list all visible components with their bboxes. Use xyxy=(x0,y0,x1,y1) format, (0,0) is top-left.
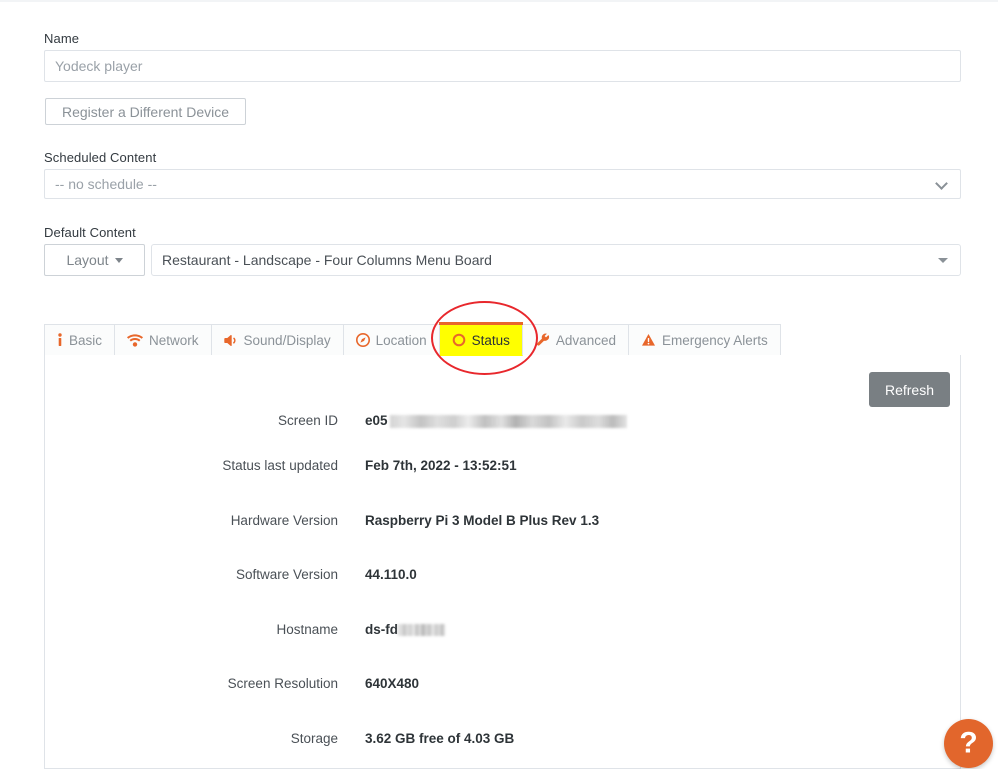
layout-type-label: Layout xyxy=(66,252,109,268)
scheduled-content-label: Scheduled Content xyxy=(44,150,157,165)
status-label: Software Version xyxy=(235,567,338,582)
tab-emergency-alerts[interactable]: Emergency Alerts xyxy=(628,324,781,356)
caret-down-icon xyxy=(114,257,123,263)
tab-network-label: Network xyxy=(149,332,199,348)
question-mark-icon: ? xyxy=(959,725,978,759)
tab-advanced-label: Advanced xyxy=(555,332,616,348)
tab-network[interactable]: Network xyxy=(115,324,212,356)
name-label: Name xyxy=(44,31,80,46)
refresh-button[interactable]: Refresh xyxy=(869,372,950,407)
status-label: Storage xyxy=(290,731,338,746)
wrench-icon xyxy=(535,333,550,347)
status-value: 44.110.0 xyxy=(365,567,417,582)
status-value-text: e05 xyxy=(365,413,388,428)
status-row-screen-id: Screen ID e05 xyxy=(45,410,962,432)
status-label: Hardware Version xyxy=(230,513,338,528)
tab-location[interactable]: Location xyxy=(343,324,440,356)
layout-type-button[interactable]: Layout xyxy=(44,244,145,276)
scheduled-content-select[interactable]: -- no schedule -- xyxy=(44,169,961,199)
tab-sound-display[interactable]: Sound/Display xyxy=(211,324,344,356)
page-top-divider xyxy=(0,0,998,2)
status-row-hostname: Hostname ds-fd xyxy=(45,619,962,641)
status-label: Screen Resolution xyxy=(227,676,338,691)
scheduled-content-value: -- no schedule -- xyxy=(55,176,157,192)
default-content-select[interactable]: Restaurant - Landscape - Four Columns Me… xyxy=(151,244,961,276)
chevron-down-icon xyxy=(934,175,952,193)
status-label: Hostname xyxy=(276,622,338,637)
tab-basic-label: Basic xyxy=(69,332,103,348)
status-label: Screen ID xyxy=(277,413,338,428)
redacted-block xyxy=(398,624,445,637)
status-label: Status last updated xyxy=(222,458,338,473)
name-input[interactable] xyxy=(44,50,961,82)
tab-sound-display-label: Sound/Display xyxy=(243,332,331,348)
device-settings-page: Name Register a Different Device Schedul… xyxy=(0,0,998,769)
status-row-screen-resolution: Screen Resolution 640X480 xyxy=(45,673,962,695)
default-content-value: Restaurant - Landscape - Four Columns Me… xyxy=(162,252,492,268)
status-value: Feb 7th, 2022 - 13:52:51 xyxy=(365,458,517,473)
status-panel: Refresh Screen ID e05 Status last update… xyxy=(44,355,961,769)
status-row-software-version: Software Version 44.110.0 xyxy=(45,564,962,586)
help-button[interactable]: ? xyxy=(944,719,993,768)
tab-emergency-alerts-label: Emergency Alerts xyxy=(661,332,768,348)
info-icon xyxy=(57,333,63,347)
settings-tabstrip: Basic Network Sound/Display Location Sta… xyxy=(44,322,781,356)
tab-status[interactable]: Status xyxy=(438,322,524,356)
register-different-device-button[interactable]: Register a Different Device xyxy=(45,98,246,125)
default-content-label: Default Content xyxy=(44,225,136,240)
status-value-text: ds-fd xyxy=(365,622,398,637)
status-row-storage: Storage 3.62 GB free of 4.03 GB xyxy=(45,728,962,750)
tab-basic[interactable]: Basic xyxy=(44,324,116,356)
circle-icon xyxy=(452,333,466,347)
status-value: e05 xyxy=(365,410,627,432)
status-value: Raspberry Pi 3 Model B Plus Rev 1.3 xyxy=(365,513,600,528)
status-row-status-last-updated: Status last updated Feb 7th, 2022 - 13:5… xyxy=(45,455,962,477)
wifi-icon xyxy=(127,333,144,347)
status-value: 3.62 GB free of 4.03 GB xyxy=(365,731,515,746)
tab-status-label: Status xyxy=(471,332,510,348)
redacted-block xyxy=(389,414,627,428)
compass-icon xyxy=(355,333,370,347)
status-value: ds-fd xyxy=(365,619,445,641)
warning-icon xyxy=(641,333,656,347)
triangle-down-icon xyxy=(936,253,950,267)
status-value: 640X480 xyxy=(365,676,420,691)
speaker-icon xyxy=(223,334,238,347)
status-row-hardware-version: Hardware Version Raspberry Pi 3 Model B … xyxy=(45,510,962,532)
tab-advanced[interactable]: Advanced xyxy=(522,324,629,356)
tab-location-label: Location xyxy=(375,332,427,348)
